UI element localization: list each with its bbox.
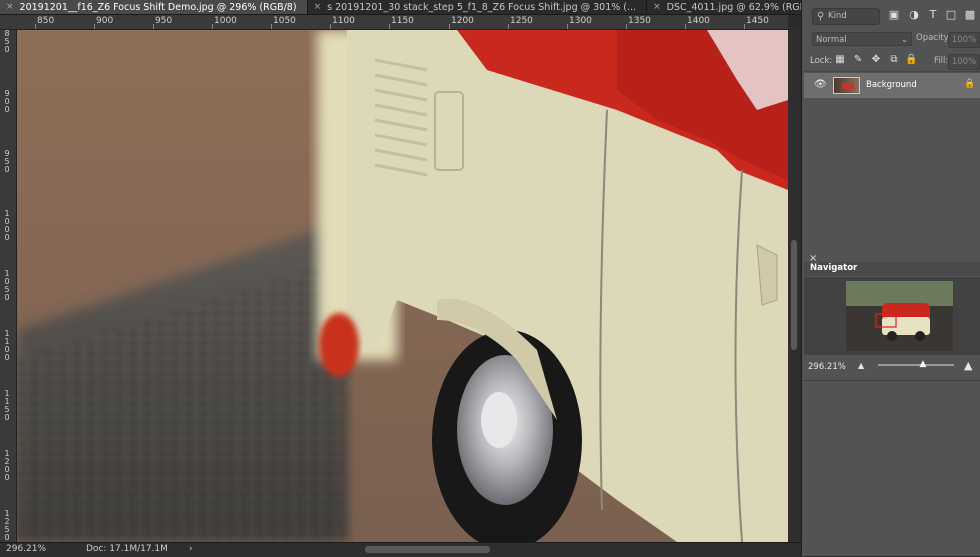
close-tab-icon[interactable]: × (6, 1, 14, 14)
lock-position-move-icon[interactable]: ✥ (870, 54, 882, 66)
ruler-tick (567, 24, 568, 29)
tab-dsc-4011[interactable]: × DSC_4011.jpg @ 62.9% (RGB... (647, 0, 801, 14)
navigator-zoom-field[interactable]: 296.21% (808, 362, 846, 372)
layer-lock-icon[interactable]: 🔒 (964, 79, 975, 89)
ruler-tick (685, 24, 686, 29)
tab-label: DSC_4011.jpg @ 62.9% (RGB... (666, 1, 801, 13)
ruler-label: 1200 (451, 16, 474, 26)
ruler-tick (330, 24, 331, 29)
image-canvas[interactable] (17, 30, 788, 542)
zoom-in-mountain-icon[interactable]: ▲ (964, 359, 972, 372)
lock-label: Lock: (810, 56, 833, 66)
ruler-label: 1000 (214, 16, 237, 26)
type-filter-icon[interactable]: T (927, 9, 939, 21)
divider (804, 71, 980, 72)
pixel-filter-icon[interactable]: ▣ (888, 9, 900, 21)
ruler-label: 1300 (569, 16, 592, 26)
ruler-label: 1200 (4, 449, 10, 482)
vertical-scrollbar[interactable] (788, 30, 800, 542)
ruler-label: 1000 (4, 209, 10, 242)
zoom-slider[interactable] (878, 364, 954, 366)
ruler-label: 850 (37, 16, 55, 26)
tab-focus-shift-demo[interactable]: × 20191201__f16_Z6 Focus Shift Demo.jpg … (0, 0, 308, 14)
status-bar: 296.21% Doc: 17.1M/17.1M › (0, 542, 801, 557)
blend-mode-value: Normal (816, 35, 847, 45)
ruler-tick (626, 24, 627, 29)
document-tab-bar: × 20191201__f16_Z6 Focus Shift Demo.jpg … (0, 0, 801, 15)
visibility-eye-icon[interactable]: 👁 (814, 79, 827, 90)
horizontal-ruler[interactable]: 850 900 950 1000 1050 1100 1150 1200 125… (16, 15, 788, 30)
ruler-label: 1100 (4, 329, 10, 362)
ruler-tick (153, 24, 154, 29)
vertical-ruler[interactable]: 850 900 950 1000 1050 1100 1150 1200 125… (0, 30, 17, 542)
ruler-label: 1400 (687, 16, 710, 26)
ruler-label: 1050 (4, 269, 10, 302)
right-panel-dock: ⚲ Kind ▣ ◑ T □ ▩ Normal ⌄ Opacity: 100% … (801, 0, 980, 556)
ruler-tick (449, 24, 450, 29)
ruler-label: 1250 (4, 509, 10, 542)
zoom-out-mountain-icon[interactable]: ▲ (858, 361, 864, 370)
layer-thumbnail (833, 77, 860, 94)
tab-label: 20191201__f16_Z6 Focus Shift Demo.jpg @ … (19, 1, 297, 13)
navigator-preview-area (804, 277, 980, 355)
ruler-tick (271, 24, 272, 29)
ruler-label: 1450 (746, 16, 769, 26)
status-menu-chevron-icon[interactable]: › (189, 543, 193, 556)
ruler-tick (212, 24, 213, 29)
ruler-label: 1150 (391, 16, 414, 26)
zoomed-photo (17, 30, 788, 542)
ruler-label: 900 (96, 16, 114, 26)
adjustment-filter-icon[interactable]: ◑ (908, 9, 920, 21)
fill-label: Fill: (934, 56, 949, 66)
scrollbar-thumb[interactable] (791, 240, 797, 350)
smart-object-filter-icon[interactable]: ▩ (964, 9, 976, 21)
lock-transparent-icon[interactable]: ▦ (834, 54, 846, 66)
ruler-tick (744, 24, 745, 29)
navigator-title: Navigator (810, 263, 858, 273)
ruler-origin[interactable] (0, 15, 16, 30)
chevron-down-icon: ⌄ (900, 35, 908, 45)
navigator-image (846, 281, 953, 351)
opacity-field[interactable]: 100% (948, 32, 980, 48)
layer-row-background[interactable]: 👁 Background 🔒 (804, 73, 980, 98)
ruler-tick (389, 24, 390, 29)
ruler-label: 900 (4, 89, 10, 114)
navigator-controls: 296.21% ▲ ▲ ▲ (804, 356, 980, 378)
navigator-thumbnail[interactable] (846, 281, 953, 351)
ruler-label: 1350 (628, 16, 651, 26)
layer-kind-filter[interactable]: ⚲ Kind (812, 8, 880, 25)
ruler-label: 1050 (273, 16, 296, 26)
layer-name: Background (866, 80, 917, 90)
close-tab-icon[interactable]: × (653, 1, 661, 14)
ruler-tick (35, 24, 36, 29)
horizontal-scrollbar-thumb[interactable] (365, 546, 490, 553)
tab-stack-step[interactable]: × s 20191201_30 stack_step 5_f1_8_Z6 Foc… (308, 0, 648, 14)
ruler-tick (508, 24, 509, 29)
lock-artboard-icon[interactable]: ⧉ (888, 54, 900, 66)
zoom-level-field[interactable]: 296.21% (6, 543, 54, 556)
opacity-label: Opacity: (916, 33, 951, 43)
ruler-label: 1250 (510, 16, 533, 26)
ruler-tick (94, 24, 95, 29)
ruler-label: 1150 (4, 389, 10, 422)
shape-filter-icon[interactable]: □ (945, 9, 957, 21)
filter-kind-label: Kind (828, 11, 847, 21)
search-icon: ⚲ (817, 11, 825, 22)
lock-all-icon[interactable]: 🔒 (905, 54, 917, 66)
document-size-info: Doc: 17.1M/17.1M (86, 544, 168, 554)
blend-mode-select[interactable]: Normal ⌄ (812, 32, 912, 46)
zoom-slider-thumb-icon[interactable]: ▲ (918, 359, 928, 369)
ruler-label: 950 (155, 16, 173, 26)
divider (804, 380, 980, 381)
lock-image-brush-icon[interactable]: ✎ (852, 54, 864, 66)
ruler-label: 1100 (332, 16, 355, 26)
tab-label: s 20191201_30 stack_step 5_f1_8_Z6 Focus… (327, 1, 637, 13)
ruler-label: 950 (4, 149, 10, 174)
fill-field[interactable]: 100% (948, 54, 980, 70)
close-tab-icon[interactable]: × (314, 1, 322, 14)
navigator-header: Navigator (804, 262, 980, 276)
ruler-label: 850 (4, 30, 10, 54)
